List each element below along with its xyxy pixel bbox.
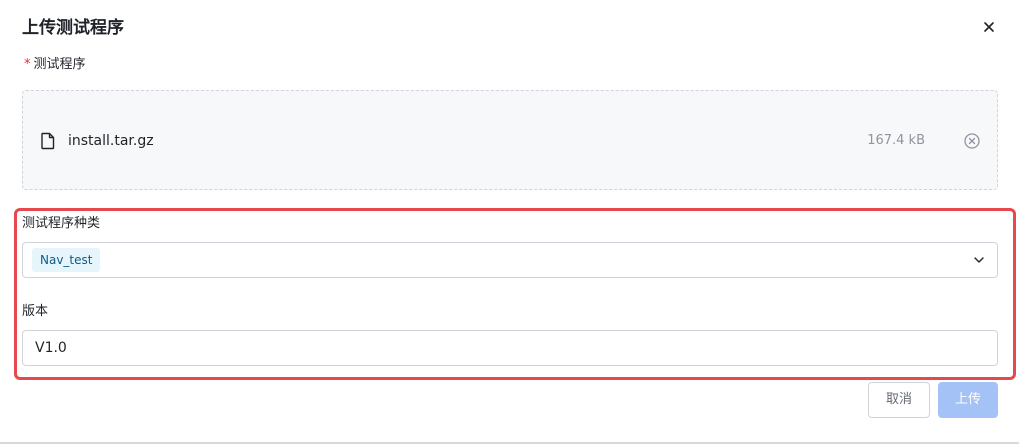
selected-type-tag: Nav_test	[32, 248, 101, 272]
close-icon[interactable]	[979, 17, 999, 37]
file-icon	[41, 132, 55, 150]
program-label-text: 测试程序	[33, 57, 86, 72]
file-size: 167.4 kB	[867, 133, 925, 148]
version-field-label: 版本	[22, 304, 49, 319]
version-input[interactable]: V1.0	[22, 330, 998, 366]
chevron-down-icon	[974, 257, 984, 263]
file-upload-area[interactable]: install.tar.gz 167.4 kB	[22, 90, 998, 190]
required-mark: *	[24, 57, 31, 72]
upload-button[interactable]: 上传	[938, 382, 998, 418]
program-type-select[interactable]: Nav_test	[22, 242, 998, 278]
cancel-button[interactable]: 取消	[868, 382, 930, 418]
circle-x-icon[interactable]	[963, 132, 981, 150]
upload-dialog: 上传测试程序 * 测试程序 install.tar.gz 167.4 kB 测试程…	[0, 0, 1019, 444]
file-name: install.tar.gz	[68, 133, 154, 149]
program-field-label: * 测试程序	[24, 56, 86, 74]
dialog-title: 上传测试程序	[22, 18, 124, 38]
type-field-label: 测试程序种类	[22, 216, 101, 231]
